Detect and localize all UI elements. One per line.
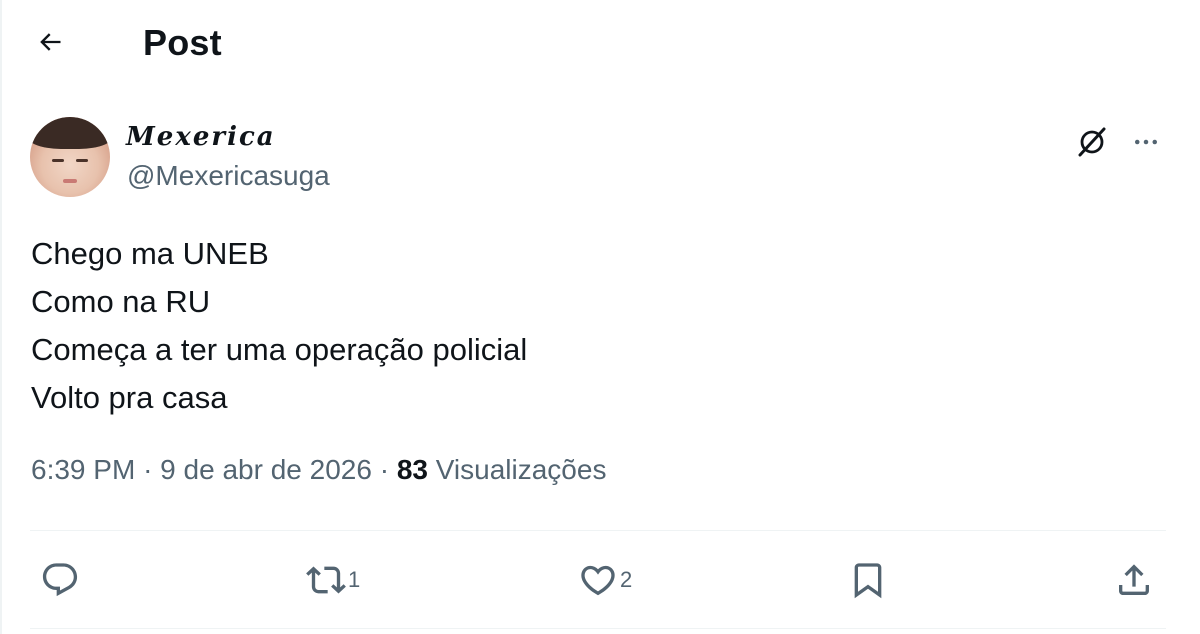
share-button[interactable] <box>1114 556 1154 604</box>
tweet-line: Volto pra casa <box>31 380 228 415</box>
back-button[interactable] <box>28 20 72 64</box>
author-display-name[interactable]: 𝑴𝒆𝒙𝒆𝒓𝒊𝒄𝒂 <box>126 122 276 152</box>
retweet-button[interactable]: 1 <box>306 556 360 604</box>
tweet-time[interactable]: 6:39 PM <box>31 454 135 485</box>
tweet-line: Começa a ter uma operação policial <box>31 332 528 367</box>
views-label[interactable]: Visualizações <box>436 454 607 485</box>
like-button[interactable]: 2 <box>578 556 632 604</box>
action-bar: 1 2 <box>0 550 1200 610</box>
retweet-icon <box>306 566 346 594</box>
tweet-metadata: 6:39 PM · 9 de abr de 2026 · 83 Visualiz… <box>31 454 606 486</box>
avatar-eye <box>52 159 64 162</box>
tweet-line: Como na RU <box>31 284 211 319</box>
avatar[interactable] <box>30 117 110 197</box>
left-border <box>0 0 2 634</box>
avatar-eye <box>76 159 88 162</box>
avatar-mouth <box>63 179 77 183</box>
author-handle[interactable]: @Mexericasuga <box>127 160 330 192</box>
more-options-button[interactable] <box>1126 122 1166 162</box>
reply-button[interactable] <box>40 556 82 604</box>
grok-icon <box>1078 127 1106 157</box>
tweet-date[interactable]: 9 de abr de 2026 <box>160 454 372 485</box>
share-icon <box>1119 564 1149 595</box>
tweet-text: Chego ma UNEB Como na RU Começa a ter um… <box>31 230 527 422</box>
more-horizontal-icon <box>1135 139 1157 145</box>
retweet-count: 1 <box>348 567 361 592</box>
avatar-hair <box>30 117 110 149</box>
like-count: 2 <box>620 567 633 592</box>
meta-separator: · <box>143 454 153 485</box>
divider <box>30 530 1166 531</box>
divider <box>30 628 1166 629</box>
like-icon <box>581 565 615 596</box>
meta-separator: · <box>379 454 390 485</box>
reply-icon <box>42 563 78 597</box>
bookmark-button[interactable] <box>848 556 888 604</box>
post-header: Post <box>0 0 1200 86</box>
grok-button[interactable] <box>1072 122 1112 162</box>
page-title: Post <box>143 22 222 63</box>
views-count[interactable]: 83 <box>397 454 428 485</box>
tweet-line: Chego ma UNEB <box>31 236 269 271</box>
arrow-left-icon <box>40 33 61 51</box>
bookmark-icon <box>854 563 882 599</box>
